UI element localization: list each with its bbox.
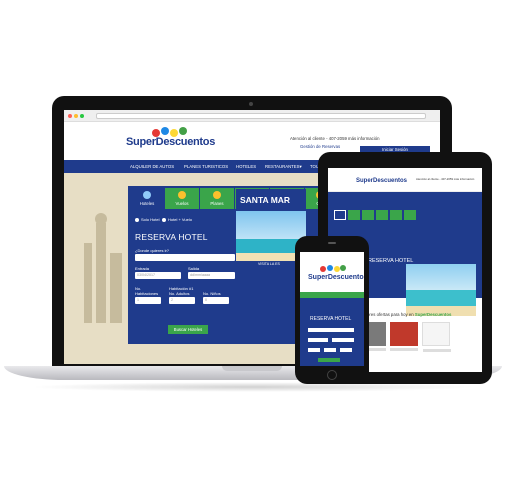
adults-label: Habitación #1 No. Adultos <box>169 286 194 296</box>
phone-home-button[interactable] <box>327 370 337 380</box>
radio-hotel-flight[interactable]: Hotel + Vuelo <box>162 217 192 222</box>
plane-icon <box>178 191 186 199</box>
phone-destination-input[interactable] <box>308 328 354 332</box>
nav-item-restaurants[interactable]: RESTAURANTES▾ <box>265 164 302 170</box>
phone-children-select[interactable] <box>340 348 352 352</box>
hotel-icon <box>143 191 151 199</box>
tab-flights[interactable]: Vuelos <box>165 188 199 209</box>
phone-search-button[interactable] <box>318 358 340 362</box>
rooms-label: No. Habitaciones <box>135 286 159 296</box>
phone-logo[interactable]: SuperDescuentos <box>308 274 364 281</box>
rooms-select[interactable]: 1 <box>135 297 161 304</box>
phone-speaker <box>328 242 336 244</box>
skyline-illustration <box>84 213 122 323</box>
checkout-input[interactable]: dd/mm/aaaa <box>188 272 235 279</box>
destination-input[interactable] <box>135 254 235 261</box>
phone-rooms-select[interactable] <box>308 348 320 352</box>
device-mockup-scene: SuperDescuentos Atención al cliente - 40… <box>0 0 506 480</box>
checkin-input[interactable]: 03/04/2017 <box>135 272 181 279</box>
tablet-nav <box>328 192 482 206</box>
tablet-tab-flights[interactable] <box>348 210 360 220</box>
phone-adults-select[interactable] <box>324 348 336 352</box>
tablet-tab-plans[interactable] <box>362 210 374 220</box>
checkin-label: Entrada <box>135 266 150 271</box>
tablet-contact: Atención al cliente - 407-2059 más infor… <box>416 177 475 181</box>
promo-sky <box>236 211 306 239</box>
tablet-promo-image[interactable] <box>406 264 476 316</box>
tablet-tab-tours[interactable] <box>376 210 388 220</box>
booking-tabs: Hoteles Vuelos Planes Tours Traslados Ca… <box>128 186 338 211</box>
laptop-camera <box>249 102 253 106</box>
browser-maximize-icon[interactable] <box>80 114 84 118</box>
manage-bookings-link[interactable]: Gestión de Reservas <box>300 144 340 149</box>
form-title: RESERVA HOTEL <box>135 232 208 242</box>
phone-screen: SuperDescuentos RESERVA HOTEL <box>300 252 364 366</box>
tab-hotels[interactable]: Hoteles <box>130 188 164 209</box>
phone-form-title: RESERVA HOTEL <box>310 316 352 322</box>
phone-logo-bubbles-icon <box>320 265 346 273</box>
address-bar[interactable] <box>96 113 426 119</box>
tablet-tab-cars[interactable] <box>404 210 416 220</box>
site-logo[interactable]: SuperDescuentos <box>126 136 215 148</box>
radio-hotel-only[interactable]: Solo Hotel <box>135 217 159 222</box>
phone-checkin-input[interactable] <box>308 338 328 342</box>
nav-item-car-rental[interactable]: ALQUILER DE AUTOS <box>130 164 174 169</box>
offer-card[interactable] <box>390 322 418 351</box>
radio-icon <box>162 217 166 222</box>
tablet-header: SuperDescuentos Atención al cliente - 40… <box>328 168 482 192</box>
checkout-label: Salida <box>188 266 200 271</box>
tablet-tab-transfers[interactable] <box>390 210 402 220</box>
tablet-tabs <box>334 210 474 220</box>
destination-label: ¿Donde quieres ir? <box>135 248 170 253</box>
tab-plans[interactable]: Planes <box>200 188 234 209</box>
plans-icon <box>213 191 221 199</box>
browser-toolbar <box>64 110 440 122</box>
phone: SuperDescuentos RESERVA HOTEL <box>295 236 369 384</box>
nav-item-tour-plans[interactable]: PLANES TURISTICOS <box>184 164 228 169</box>
laptop-notch <box>222 366 282 371</box>
search-hotels-button[interactable]: Buscar Hoteles <box>168 325 208 334</box>
browser-close-icon[interactable] <box>68 114 72 118</box>
tablet-logo[interactable]: SuperDescuentos <box>356 178 407 184</box>
adults-select[interactable]: 2 <box>169 297 195 304</box>
browser-minimize-icon[interactable] <box>74 114 78 118</box>
phone-checkout-input[interactable] <box>332 338 354 342</box>
tablet-tab-hotels[interactable] <box>334 210 346 220</box>
children-label: No. Niños <box>203 291 221 296</box>
promo-title: SANTA MAR <box>236 189 306 211</box>
phone-booking-form: RESERVA HOTEL <box>300 298 364 366</box>
customer-service-text: Atención al cliente - 407-2059 más infor… <box>290 136 380 141</box>
nav-item-hotels[interactable]: HOTELES <box>236 164 256 169</box>
children-select[interactable]: 0 <box>203 297 229 304</box>
radio-icon <box>135 217 139 222</box>
offer-card[interactable] <box>422 322 451 352</box>
